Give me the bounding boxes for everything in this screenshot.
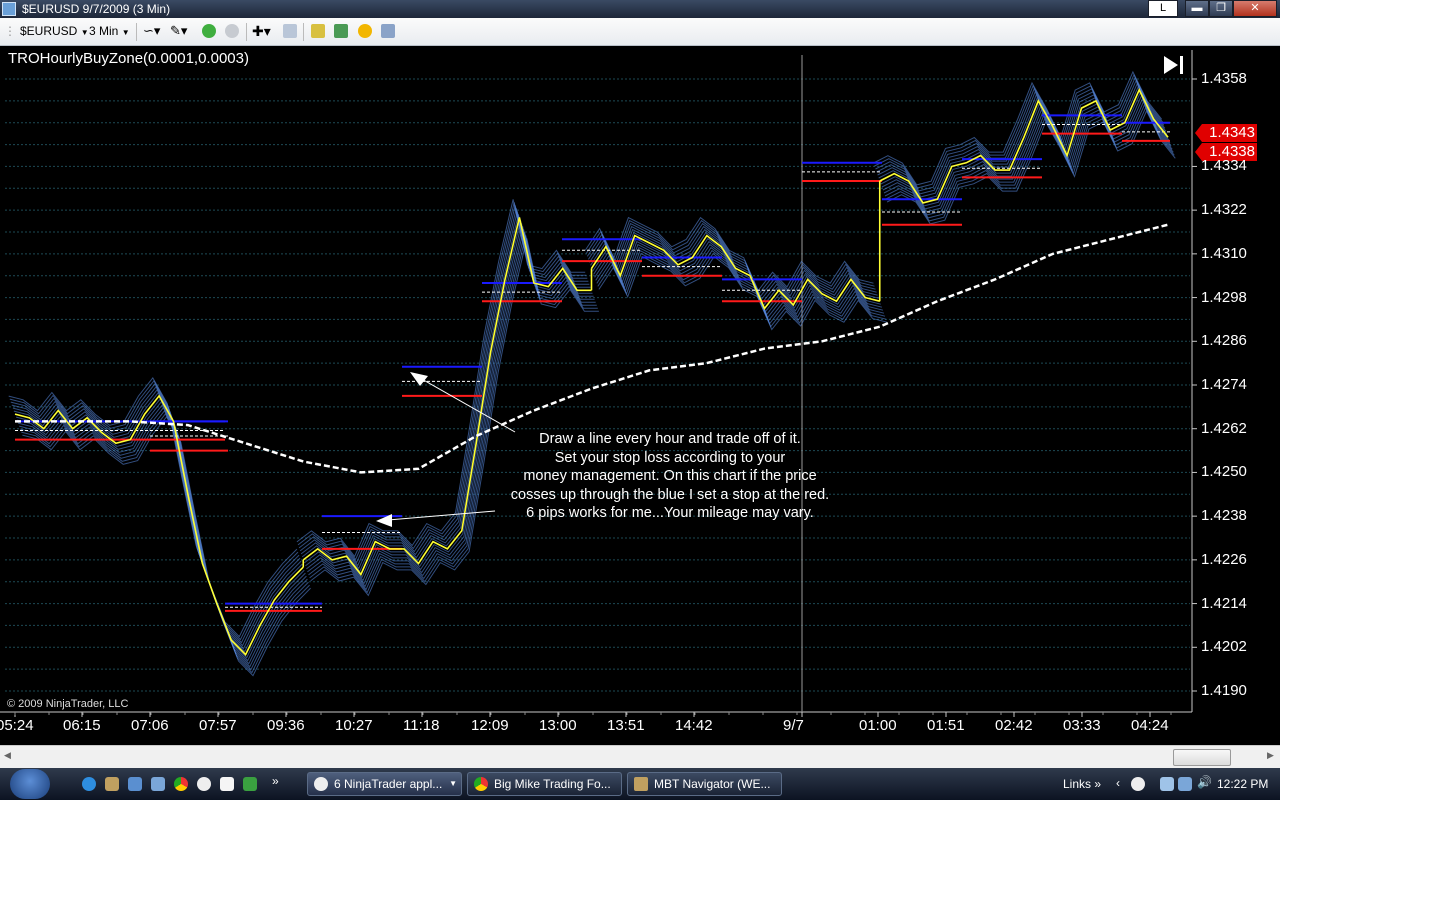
indicator-name: TROHourlyBuyZone(0.0001,0.0003) <box>8 50 249 67</box>
last-price-label: 1.4343 <box>1202 124 1257 142</box>
x-tick-label: 12:09 <box>471 717 509 734</box>
links-label: Links <box>1063 777 1092 791</box>
y-tick-label: 1.4334 <box>1201 157 1247 175</box>
scroll-left-arrow-icon[interactable]: ◀ <box>4 750 11 761</box>
scrollbar-thumb[interactable] <box>1173 749 1231 766</box>
ninjatrader-task-icon <box>314 777 328 791</box>
annotation-line: Set your stop loss according to your <box>554 449 786 466</box>
task-label: 6 NinjaTrader appl... <box>334 777 443 791</box>
y-tick-label: 1.4274 <box>1201 376 1247 393</box>
x-tick-label: 9/7 <box>783 717 804 734</box>
ninjatrader-quicklaunch-icon[interactable] <box>105 777 119 791</box>
windows-taskbar: » 6 NinjaTrader appl... ▼ Big Mike Tradi… <box>0 768 1280 800</box>
x-tick-label: 01:51 <box>927 717 965 734</box>
annotation-line: Draw a line every hour and trade off of … <box>539 431 801 447</box>
scroll-to-end-button[interactable] <box>1160 52 1186 78</box>
links-toolbar[interactable]: Links » <box>1063 777 1101 791</box>
ninjatrader-window: $EURUSD 9/7/2009 (3 Min) L ▬ ❐ ✕ ⋮ $EURU… <box>0 0 1280 800</box>
task-label: Big Mike Trading Fo... <box>494 777 611 791</box>
y-tick-label: 1.4262 <box>1201 419 1247 437</box>
price-label-pointer <box>1195 124 1202 142</box>
app-quicklaunch-icon[interactable] <box>197 777 211 791</box>
y-tick-label: 1.4358 <box>1201 70 1247 87</box>
skip-end-icon <box>1164 56 1183 74</box>
y-tick-label: 1.4226 <box>1201 550 1247 568</box>
task-mbt-navigator[interactable]: MBT Navigator (WE... <box>627 772 782 796</box>
mbt-task-icon <box>634 777 648 791</box>
quicklaunch-more-icon[interactable]: » <box>272 774 279 788</box>
y-tick-label: 1.4298 <box>1201 288 1247 306</box>
task-browser[interactable]: Big Mike Trading Fo... <box>467 772 622 796</box>
chart-grid <box>0 50 1193 713</box>
x-tick-label: 11:18 <box>403 717 440 734</box>
x-tick-label: 07:06 <box>131 717 169 734</box>
x-tick-label: 06:15 <box>63 717 101 734</box>
task-ninjatrader[interactable]: 6 NinjaTrader appl... ▼ <box>307 772 462 796</box>
y-tick-label: 1.4190 <box>1201 682 1247 699</box>
desktop-quicklaunch-icon[interactable] <box>128 777 142 791</box>
annotation-arrowhead <box>410 372 428 386</box>
x-tick-label: 02:42 <box>995 717 1033 734</box>
horizontal-scrollbar[interactable]: ◀ ▶ <box>0 745 1280 769</box>
scroll-right-arrow-icon[interactable]: ▶ <box>1267 750 1274 761</box>
x-tick-label: 04:24 <box>1131 717 1169 734</box>
y-tick-label: 1.4286 <box>1201 332 1247 350</box>
y-tick-label: 1.4214 <box>1201 594 1247 612</box>
annotation-line: money management. On this chart if the p… <box>523 468 817 484</box>
buy-zone-band-line <box>305 223 594 582</box>
x-tick-label: 13:51 <box>607 717 645 734</box>
x-tick-label: 13:00 <box>539 717 577 734</box>
hourly-levels <box>15 114 1170 612</box>
chart-annotation: Draw a line every hour and trade off of … <box>480 430 860 523</box>
annotation-arrow-line <box>387 510 496 521</box>
x-tick-label: 03:33 <box>1063 717 1101 734</box>
volume-icon[interactable]: 🔊 <box>1197 775 1212 789</box>
x-tick-label: 01:00 <box>859 717 897 734</box>
tray-device-icon[interactable] <box>1160 777 1174 791</box>
buy-zone-band-line <box>310 238 599 597</box>
x-tick-label: 05:24 <box>0 717 34 734</box>
tray-app-icon[interactable] <box>1131 777 1145 791</box>
network-icon[interactable] <box>1178 777 1192 791</box>
buy-zone-band-line <box>303 220 593 579</box>
y-tick-label: 1.4250 <box>1201 463 1247 481</box>
chrome-quicklaunch-icon[interactable] <box>174 777 188 791</box>
clock[interactable]: 12:22 PM <box>1217 777 1268 791</box>
x-tick-label: 07:57 <box>199 717 237 734</box>
annotation-line: cosses up through the blue I set a stop … <box>510 486 830 503</box>
tray-expand-icon[interactable]: ‹ <box>1116 776 1120 790</box>
chrome-task-icon <box>474 777 488 791</box>
switch-windows-icon[interactable] <box>151 777 165 791</box>
price-chart[interactable] <box>0 0 1280 745</box>
chevron-down-icon: ▼ <box>449 779 457 788</box>
y-tick-label: 1.4202 <box>1201 638 1247 656</box>
ie-quicklaunch-icon[interactable] <box>82 777 96 791</box>
copyright-label: © 2009 NinjaTrader, LLC <box>7 698 129 710</box>
y-tick-label: 1.4322 <box>1201 201 1247 219</box>
y-tick-label: 1.4310 <box>1201 244 1247 262</box>
annotation-line: 6 pips works for me...Your mileage may v… <box>526 505 814 521</box>
y-tick-label: 1.4238 <box>1201 507 1247 525</box>
start-button[interactable] <box>10 769 50 799</box>
buy-zone-band-line <box>309 235 598 594</box>
image-quicklaunch-icon[interactable] <box>243 777 257 791</box>
task-label: MBT Navigator (WE... <box>654 777 771 791</box>
document-quicklaunch-icon[interactable] <box>220 777 234 791</box>
buy-zone-bands <box>8 70 1176 677</box>
x-tick-label: 14:42 <box>675 717 713 734</box>
x-tick-label: 09:36 <box>267 717 305 734</box>
x-tick-label: 10:27 <box>335 717 373 734</box>
annotation-arrow-line <box>419 377 516 433</box>
buy-zone-band-line <box>308 232 597 591</box>
